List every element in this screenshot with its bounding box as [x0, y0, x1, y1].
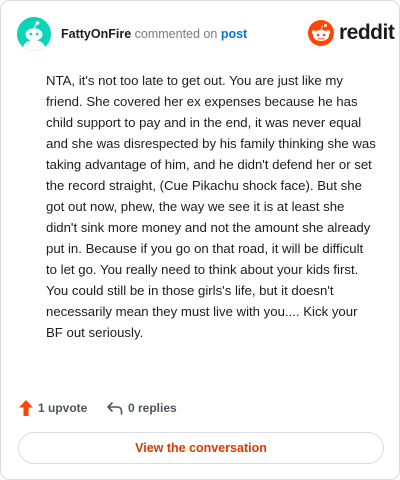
post-link[interactable]: post [221, 27, 247, 41]
reply-arrow-icon [107, 402, 123, 415]
comment-card: FattyOnFire commented on post reddit NTA… [0, 0, 400, 480]
view-conversation-button[interactable]: View the conversation [18, 432, 384, 464]
comment-meta: FattyOnFire commented on post [61, 26, 247, 42]
username-link[interactable]: FattyOnFire [61, 27, 131, 41]
snoo-avatar-icon[interactable] [17, 17, 51, 51]
brand-name: reddit [339, 21, 395, 44]
upvote-arrow-icon [19, 400, 33, 416]
reddit-logo-icon [308, 20, 334, 46]
comment-actions: 1 upvote 0 replies [18, 397, 382, 419]
commented-on-text: commented on [134, 27, 218, 41]
comment-header: FattyOnFire commented on post reddit [17, 17, 395, 51]
reply-count: 0 replies [128, 401, 177, 415]
comment-body: NTA, it's not too late to get out. You a… [46, 73, 376, 340]
upvote-count: 1 upvote [38, 401, 88, 415]
reddit-brand[interactable]: reddit [307, 19, 395, 49]
